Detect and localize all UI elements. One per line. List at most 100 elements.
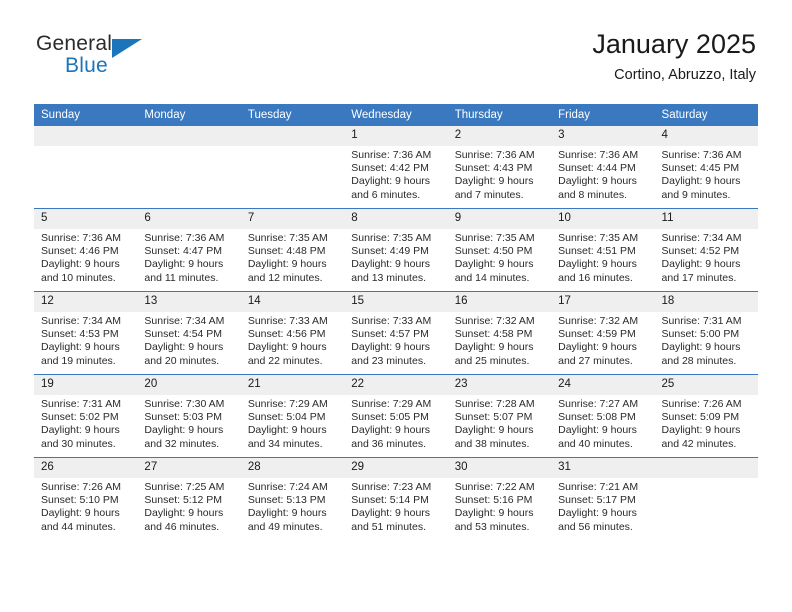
day-daylight1-text: Daylight: 9 hours — [144, 507, 224, 520]
day-cell[interactable]: 27 Sunrise: 7:25 AM Sunset: 5:12 PM Dayligh… — [137, 457, 241, 540]
day-sunrise-text: Sunrise: 7:26 AM — [41, 481, 121, 493]
day-number: 4 — [654, 126, 758, 146]
day-details: Sunrise: 7:36 AM Sunset: 4:43 PM Daylight:… — [448, 146, 551, 202]
day-details: Sunrise: 7:35 AM Sunset: 4:48 PM Daylight:… — [241, 229, 344, 285]
day-cell[interactable]: 4 Sunrise: 7:36 AM Sunset: 4:45 PM Daylight… — [654, 126, 758, 209]
day-details: Sunrise: 7:22 AM Sunset: 5:16 PM Daylight:… — [448, 478, 551, 534]
day-cell[interactable]: 25 Sunrise: 7:26 AM Sunset: 5:09 PM Dayligh… — [654, 374, 758, 458]
day-daylight2-text: and 9 minutes. — [661, 188, 731, 201]
day-cell[interactable]: 20 Sunrise: 7:30 AM Sunset: 5:03 PM Dayligh… — [137, 374, 241, 458]
day-cell[interactable]: 9 Sunrise: 7:35 AM Sunset: 4:50 PM Daylight… — [447, 208, 552, 292]
day-cell[interactable]: 15 Sunrise: 7:33 AM Sunset: 4:57 PM Dayligh… — [344, 291, 448, 375]
day-details: Sunrise: 7:26 AM Sunset: 5:09 PM Daylight:… — [655, 395, 758, 451]
day-cell[interactable]: 16 Sunrise: 7:32 AM Sunset: 4:58 PM Dayligh… — [447, 291, 552, 375]
day-sunset-text: Sunset: 4:43 PM — [454, 162, 533, 175]
day-sunset-text: Sunset: 4:58 PM — [454, 328, 533, 341]
day-sunset-text: Sunset: 4:56 PM — [247, 328, 326, 341]
calendar-header-row: Sunday Monday Tuesday Wednesday Thursday… — [34, 104, 758, 126]
day-details: Sunrise: 7:36 AM Sunset: 4:46 PM Daylight:… — [34, 229, 137, 285]
day-number: 17 — [551, 292, 655, 312]
day-cell-empty — [240, 126, 345, 209]
day-number: 8 — [344, 209, 448, 229]
day-cell[interactable]: 11 Sunrise: 7:34 AM Sunset: 4:52 PM Dayligh… — [654, 208, 758, 292]
day-daylight1-text: Daylight: 9 hours — [351, 424, 431, 437]
brand-name-general: General — [36, 32, 113, 55]
day-sunrise-text: Sunrise: 7:29 AM — [351, 398, 432, 410]
day-cell[interactable]: 1 Sunrise: 7:36 AM Sunset: 4:42 PM Daylight… — [344, 126, 448, 209]
day-daylight1-text: Daylight: 9 hours — [144, 341, 224, 354]
day-sunrise-text: Sunrise: 7:27 AM — [558, 398, 639, 410]
day-daylight1-text: Daylight: 9 hours — [247, 258, 327, 271]
day-cell[interactable]: 23 Sunrise: 7:28 AM Sunset: 5:07 PM Dayligh… — [447, 374, 552, 458]
day-details: Sunrise: 7:35 AM Sunset: 4:49 PM Daylight:… — [344, 229, 447, 285]
day-daylight2-text: and 38 minutes. — [454, 437, 530, 450]
day-sunrise-text: Sunrise: 7:21 AM — [558, 481, 639, 493]
day-number: 27 — [137, 458, 241, 478]
day-number: 1 — [344, 126, 448, 146]
day-sunrise-text: Sunrise: 7:36 AM — [558, 149, 639, 161]
day-sunrise-text: Sunrise: 7:34 AM — [661, 232, 742, 244]
triangle-flag-icon — [112, 39, 142, 58]
day-cell[interactable]: 26 Sunrise: 7:26 AM Sunset: 5:10 PM Dayligh… — [34, 457, 138, 540]
day-daylight1-text: Daylight: 9 hours — [41, 424, 120, 437]
day-cell[interactable]: 2 Sunrise: 7:36 AM Sunset: 4:43 PM Daylight… — [447, 126, 552, 209]
day-number: 19 — [34, 375, 138, 395]
day-cell[interactable]: 29 Sunrise: 7:23 AM Sunset: 5:14 PM Dayligh… — [344, 457, 448, 540]
day-cell[interactable]: 5 Sunrise: 7:36 AM Sunset: 4:46 PM Daylight… — [34, 208, 138, 292]
weekday-header-thursday: Thursday — [447, 104, 552, 126]
day-cell[interactable]: 30 Sunrise: 7:22 AM Sunset: 5:16 PM Dayligh… — [447, 457, 552, 540]
day-sunset-text: Sunset: 5:13 PM — [247, 494, 326, 507]
day-sunrise-text: Sunrise: 7:23 AM — [351, 481, 432, 493]
day-daylight2-text: and 56 minutes. — [558, 520, 633, 533]
day-sunrise-text: Sunrise: 7:34 AM — [144, 315, 225, 327]
day-details: Sunrise: 7:34 AM Sunset: 4:52 PM Daylight:… — [655, 229, 758, 285]
day-sunrise-text: Sunrise: 7:36 AM — [454, 149, 535, 161]
day-sunset-text: Sunset: 4:52 PM — [661, 245, 740, 258]
day-number: 20 — [137, 375, 241, 395]
day-details: Sunrise: 7:36 AM Sunset: 4:42 PM Daylight:… — [344, 146, 447, 202]
day-cell[interactable]: 21 Sunrise: 7:29 AM Sunset: 5:04 PM Dayligh… — [240, 374, 345, 458]
day-cell[interactable]: 8 Sunrise: 7:35 AM Sunset: 4:49 PM Daylight… — [344, 208, 448, 292]
day-cell[interactable]: 28 Sunrise: 7:24 AM Sunset: 5:13 PM Dayligh… — [240, 457, 345, 540]
day-sunset-text: Sunset: 5:00 PM — [661, 328, 740, 341]
day-daylight1-text: Daylight: 9 hours — [558, 175, 637, 188]
day-cell[interactable]: 12 Sunrise: 7:34 AM Sunset: 4:53 PM Dayligh… — [34, 291, 138, 375]
page-subtitle: Cortino, Abruzzo, Italy — [614, 67, 756, 83]
day-cell[interactable]: 3 Sunrise: 7:36 AM Sunset: 4:44 PM Daylight… — [551, 126, 655, 209]
day-number — [240, 126, 345, 146]
masthead: General Blue January 2025 Cortino, Abruz… — [36, 28, 756, 94]
day-number: 7 — [240, 209, 345, 229]
calendar-week-row: 12 Sunrise: 7:34 AM Sunset: 4:53 PM Dayligh… — [34, 291, 758, 375]
brand-logo[interactable]: General Blue — [36, 32, 216, 88]
day-cell[interactable]: 10 Sunrise: 7:35 AM Sunset: 4:51 PM Dayligh… — [551, 208, 655, 292]
day-cell[interactable]: 6 Sunrise: 7:36 AM Sunset: 4:47 PM Daylight… — [137, 208, 241, 292]
day-details: Sunrise: 7:26 AM Sunset: 5:10 PM Daylight:… — [34, 478, 137, 534]
day-cell-empty — [654, 457, 758, 540]
calendar-page: General Blue January 2025 Cortino, Abruz… — [0, 0, 792, 612]
day-cell[interactable]: 18 Sunrise: 7:31 AM Sunset: 5:00 PM Dayligh… — [654, 291, 758, 375]
day-cell[interactable]: 24 Sunrise: 7:27 AM Sunset: 5:08 PM Dayligh… — [551, 374, 655, 458]
day-number: 30 — [447, 458, 552, 478]
day-sunrise-text: Sunrise: 7:32 AM — [454, 315, 535, 327]
day-cell[interactable]: 22 Sunrise: 7:29 AM Sunset: 5:05 PM Dayligh… — [344, 374, 448, 458]
day-details: Sunrise: 7:33 AM Sunset: 4:56 PM Daylight:… — [241, 312, 344, 368]
day-daylight1-text: Daylight: 9 hours — [558, 424, 637, 437]
day-sunset-text: Sunset: 4:54 PM — [144, 328, 223, 341]
day-sunrise-text: Sunrise: 7:34 AM — [41, 315, 121, 327]
day-cell[interactable]: 14 Sunrise: 7:33 AM Sunset: 4:56 PM Dayligh… — [240, 291, 345, 375]
day-details: Sunrise: 7:31 AM Sunset: 5:00 PM Daylight:… — [655, 312, 758, 368]
day-daylight2-text: and 46 minutes. — [144, 520, 220, 533]
day-cell[interactable]: 17 Sunrise: 7:32 AM Sunset: 4:59 PM Dayligh… — [551, 291, 655, 375]
day-sunset-text: Sunset: 5:07 PM — [454, 411, 533, 424]
day-sunset-text: Sunset: 5:02 PM — [41, 411, 119, 424]
brand-name-blue: Blue — [65, 54, 108, 77]
day-cell[interactable]: 7 Sunrise: 7:35 AM Sunset: 4:48 PM Daylight… — [240, 208, 345, 292]
day-number: 2 — [447, 126, 552, 146]
day-cell[interactable]: 19 Sunrise: 7:31 AM Sunset: 5:02 PM Dayligh… — [34, 374, 138, 458]
weekday-header-monday: Monday — [137, 104, 241, 126]
day-daylight1-text: Daylight: 9 hours — [558, 258, 637, 271]
day-cell[interactable]: 13 Sunrise: 7:34 AM Sunset: 4:54 PM Dayligh… — [137, 291, 241, 375]
day-cell[interactable]: 31 Sunrise: 7:21 AM Sunset: 5:17 PM Dayligh… — [551, 457, 655, 540]
day-sunrise-text: Sunrise: 7:22 AM — [454, 481, 535, 493]
day-details: Sunrise: 7:27 AM Sunset: 5:08 PM Daylight:… — [551, 395, 654, 451]
